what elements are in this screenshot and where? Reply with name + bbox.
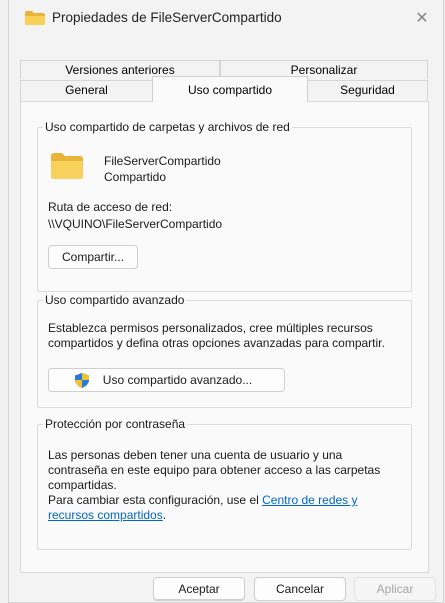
share-button[interactable]: Compartir... [48,245,138,269]
advanced-description-line: Establezca permisos personalizados, cree… [48,321,373,335]
password-text-line: Las personas deben tener una cuenta de u… [48,448,343,462]
shared-folder-icon [51,153,83,179]
ok-button[interactable]: Aceptar [153,577,245,601]
folder-name: FileServerCompartido [104,154,221,168]
tab-panel: Uso compartido de carpetas y archivos de… [20,101,429,573]
password-change-text: Para cambiar esta configuración, use el [48,493,263,507]
tab-label: Uso compartido [187,83,273,97]
close-icon: ✕ [415,10,429,27]
cancel-button[interactable]: Cancelar [254,577,346,601]
folder-icon [25,11,45,25]
password-text-line: recursos compartidos. [48,508,166,523]
tab-uso-compartido[interactable]: Uso compartido [152,76,308,102]
tab-label: Versiones anteriores [65,63,175,77]
window-title: Propiedades de FileServerCompartido [52,10,282,25]
network-center-link[interactable]: Centro de redes y [262,493,357,507]
password-text-line: compartidas. [48,478,117,492]
tab-general[interactable]: General [20,80,153,102]
password-protection-group: Protección por contraseña Las personas d… [37,417,412,550]
advanced-description-line: compartidos y defina otras opciones avan… [48,336,385,350]
tab-label: Personalizar [290,63,358,77]
tab-label: Seguridad [340,83,395,97]
group-title: Uso compartido avanzado [43,293,187,307]
apply-button[interactable]: Aplicar [354,577,436,601]
password-text-line: Para cambiar esta configuración, use el … [48,493,358,508]
tab-seguridad[interactable]: Seguridad [307,80,428,102]
tab-label: General [65,83,108,97]
shield-icon [75,373,89,388]
period-text: . [162,508,167,522]
advanced-sharing-group: Uso compartido avanzado Establezca permi… [37,293,412,408]
ok-button-label: Aceptar [178,582,220,596]
close-button[interactable]: ✕ [405,4,439,32]
apply-button-label: Aplicar [376,582,414,596]
network-sharing-group: Uso compartido de carpetas y archivos de… [37,120,412,292]
network-path-label: Ruta de acceso de red: [48,200,173,214]
network-center-link-continued[interactable]: recursos compartidos [48,508,163,522]
network-path-value: \\VQUINO\FileServerCompartido [48,217,223,231]
group-title: Protección por contraseña [43,417,188,431]
share-button-label: Compartir... [61,250,124,264]
group-title: Uso compartido de carpetas y archivos de… [43,120,292,134]
advanced-sharing-button[interactable]: Uso compartido avanzado... [48,368,285,392]
cancel-button-label: Cancelar [275,582,325,596]
advanced-sharing-button-label: Uso compartido avanzado... [102,373,253,387]
title-bar: Propiedades de FileServerCompartido ✕ [9,0,443,36]
password-text-line: contraseña en este equipo para obtener a… [48,463,381,477]
properties-dialog: Propiedades de FileServerCompartido ✕ Ve… [8,0,444,603]
folder-status: Compartido [104,170,167,184]
